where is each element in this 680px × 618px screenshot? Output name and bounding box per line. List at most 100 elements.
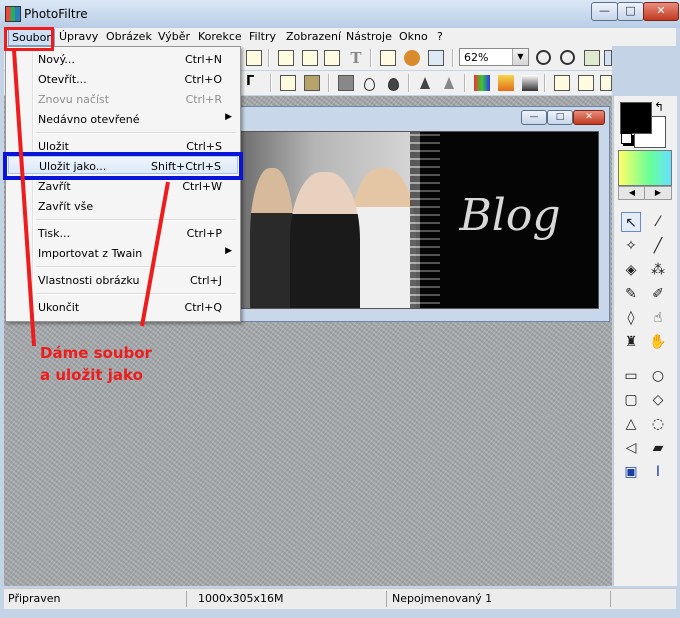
- menu-item-open[interactable]: Otevřít... Ctrl+O: [8, 70, 238, 88]
- stamp-tool-icon[interactable]: ♜: [621, 332, 641, 352]
- lasso-select-icon[interactable]: ◌: [648, 414, 668, 434]
- sharpen-drop-icon[interactable]: [388, 78, 399, 91]
- toolbar-separator: [270, 74, 272, 92]
- line-tool-icon[interactable]: ╱: [648, 236, 668, 256]
- zoom-in-icon[interactable]: [536, 50, 551, 65]
- mosaic-icon[interactable]: [304, 75, 320, 91]
- banner-image[interactable]: Blog: [239, 131, 599, 309]
- status-text: Připraven: [8, 592, 61, 605]
- smudge-tool-icon[interactable]: ☝: [648, 308, 668, 328]
- rgb-icon[interactable]: [474, 75, 490, 91]
- color-icon[interactable]: [498, 75, 514, 91]
- rectangle-select-icon[interactable]: ▭: [621, 366, 641, 386]
- fill-tool-icon[interactable]: ◈: [621, 260, 641, 280]
- menu-item-recent[interactable]: Nedávno otevřené ▶: [8, 110, 238, 128]
- grayscale-icon[interactable]: [522, 75, 538, 91]
- status-dimensions: 1000x305x16M: [198, 592, 284, 605]
- menu-item-twain[interactable]: Importovat z Twain ▶: [8, 244, 238, 262]
- level-icon[interactable]: Γ: [246, 74, 262, 90]
- menu-item-print[interactable]: Tisk... Ctrl+P: [8, 224, 238, 242]
- blur-drop-icon[interactable]: [364, 78, 375, 91]
- menu-separator: [36, 219, 236, 221]
- pointer-tool-icon[interactable]: ↖: [621, 212, 641, 232]
- menu-item-label: Nový...: [38, 53, 75, 66]
- maximize-button[interactable]: □: [617, 2, 644, 21]
- gradient-left-icon[interactable]: ◀: [618, 186, 646, 200]
- triangle-icon[interactable]: [420, 77, 430, 89]
- hand-tool-icon[interactable]: ✋: [648, 332, 668, 352]
- triangle-select-icon[interactable]: △: [621, 414, 641, 434]
- menu-item-label: Zavřít: [38, 180, 71, 193]
- toolbar-separator: [544, 74, 546, 92]
- menu-item-new[interactable]: Nový... Ctrl+N: [8, 50, 238, 68]
- text-tool-icon[interactable]: T: [348, 50, 364, 66]
- open-shape-icon[interactable]: ▰: [648, 438, 668, 458]
- crop-icon[interactable]: [324, 50, 340, 66]
- ellipse-select-icon[interactable]: ○: [648, 366, 668, 386]
- zoom-value: 62%: [464, 51, 489, 64]
- grid-icon[interactable]: [280, 75, 296, 91]
- layers-icon[interactable]: [380, 50, 396, 66]
- zoom-out-icon[interactable]: [560, 50, 575, 65]
- menu-obrazek[interactable]: Obrázek: [106, 30, 152, 43]
- flip-vertical-icon[interactable]: [578, 75, 594, 91]
- menu-item-label: Vlastnosti obrázku: [38, 274, 140, 287]
- photofiltre-window: PhotoFiltre — □ ✕ Soubor Úpravy Obrázek …: [0, 0, 680, 618]
- image-close-button[interactable]: ✕: [573, 110, 605, 125]
- toolbar-separator: [370, 49, 372, 67]
- image-window[interactable]: — □ ✕ Blog: [230, 106, 610, 322]
- contrast-icon[interactable]: [338, 75, 354, 91]
- triangle-light-icon[interactable]: [444, 77, 454, 89]
- select-all-icon[interactable]: ▣: [621, 462, 641, 482]
- eyedropper-tool-icon[interactable]: ⁄: [648, 212, 668, 232]
- polygon-select-icon[interactable]: ◁: [621, 438, 641, 458]
- menu-item-exit[interactable]: Ukončit Ctrl+Q: [8, 298, 238, 316]
- menu-zobrazeni[interactable]: Zobrazení: [286, 30, 341, 43]
- magic-wand-tool-icon[interactable]: ✧: [621, 236, 641, 256]
- blur-tool-icon[interactable]: ◊: [621, 308, 641, 328]
- menu-korekce[interactable]: Korekce: [198, 30, 242, 43]
- close-button[interactable]: ✕: [643, 2, 679, 21]
- copy-icon[interactable]: [278, 50, 294, 66]
- chevron-down-icon[interactable]: ▼: [512, 49, 528, 65]
- spray-tool-icon[interactable]: ⁂: [648, 260, 668, 280]
- brush-tool-icon[interactable]: ✎: [621, 284, 641, 304]
- window-icon[interactable]: [428, 50, 444, 66]
- menu-help[interactable]: ?: [437, 30, 443, 43]
- menu-filtry[interactable]: Filtry: [249, 30, 276, 43]
- status-bar: Připraven 1000x305x16M Nepojmenovaný 1: [4, 588, 676, 609]
- menu-nastroje[interactable]: Nástroje: [346, 30, 392, 43]
- menu-item-label: Otevřít...: [38, 73, 87, 86]
- menu-item-properties[interactable]: Vlastnosti obrázku Ctrl+J: [8, 271, 238, 289]
- wizard-icon[interactable]: [246, 50, 262, 66]
- diamond-select-icon[interactable]: ◇: [648, 390, 668, 410]
- banner-text: Blog: [459, 190, 561, 241]
- menu-item-label: Tisk...: [38, 227, 71, 240]
- submenu-arrow-icon: ▶: [225, 246, 232, 256]
- foreground-color-swatch[interactable]: [620, 102, 652, 134]
- gradient-preview[interactable]: [618, 150, 672, 186]
- advanced-brush-tool-icon[interactable]: ✐: [648, 284, 668, 304]
- menu-vyber[interactable]: Výběr: [158, 30, 190, 43]
- menu-item-close-all[interactable]: Zavřít vše: [8, 197, 238, 215]
- image-minimize-button[interactable]: —: [521, 110, 547, 125]
- menu-item-shortcut: Ctrl+P: [186, 227, 222, 240]
- rounded-rect-select-icon[interactable]: ▢: [621, 390, 641, 410]
- image-maximize-button[interactable]: □: [547, 110, 573, 125]
- zoom-select[interactable]: 62% ▼: [459, 48, 529, 66]
- plugin-icon[interactable]: [404, 50, 420, 66]
- flip-horizontal-icon[interactable]: [554, 75, 570, 91]
- person-silhouette: [250, 168, 294, 308]
- reset-colors-icon[interactable]: [621, 133, 632, 144]
- paste-icon[interactable]: [302, 50, 318, 66]
- select-inverse-icon[interactable]: Ⅰ: [648, 462, 668, 482]
- swap-colors-icon[interactable]: ↰: [654, 100, 664, 114]
- fullscreen-icon[interactable]: [604, 50, 612, 66]
- rotate-icon[interactable]: [600, 75, 612, 91]
- menu-item-label: Ukončit: [38, 301, 80, 314]
- menu-okno[interactable]: Okno: [399, 30, 428, 43]
- minimize-button[interactable]: —: [591, 2, 618, 21]
- menu-upravy[interactable]: Úpravy: [59, 30, 98, 43]
- fit-icon[interactable]: [584, 50, 600, 66]
- gradient-right-icon[interactable]: ▶: [644, 186, 672, 200]
